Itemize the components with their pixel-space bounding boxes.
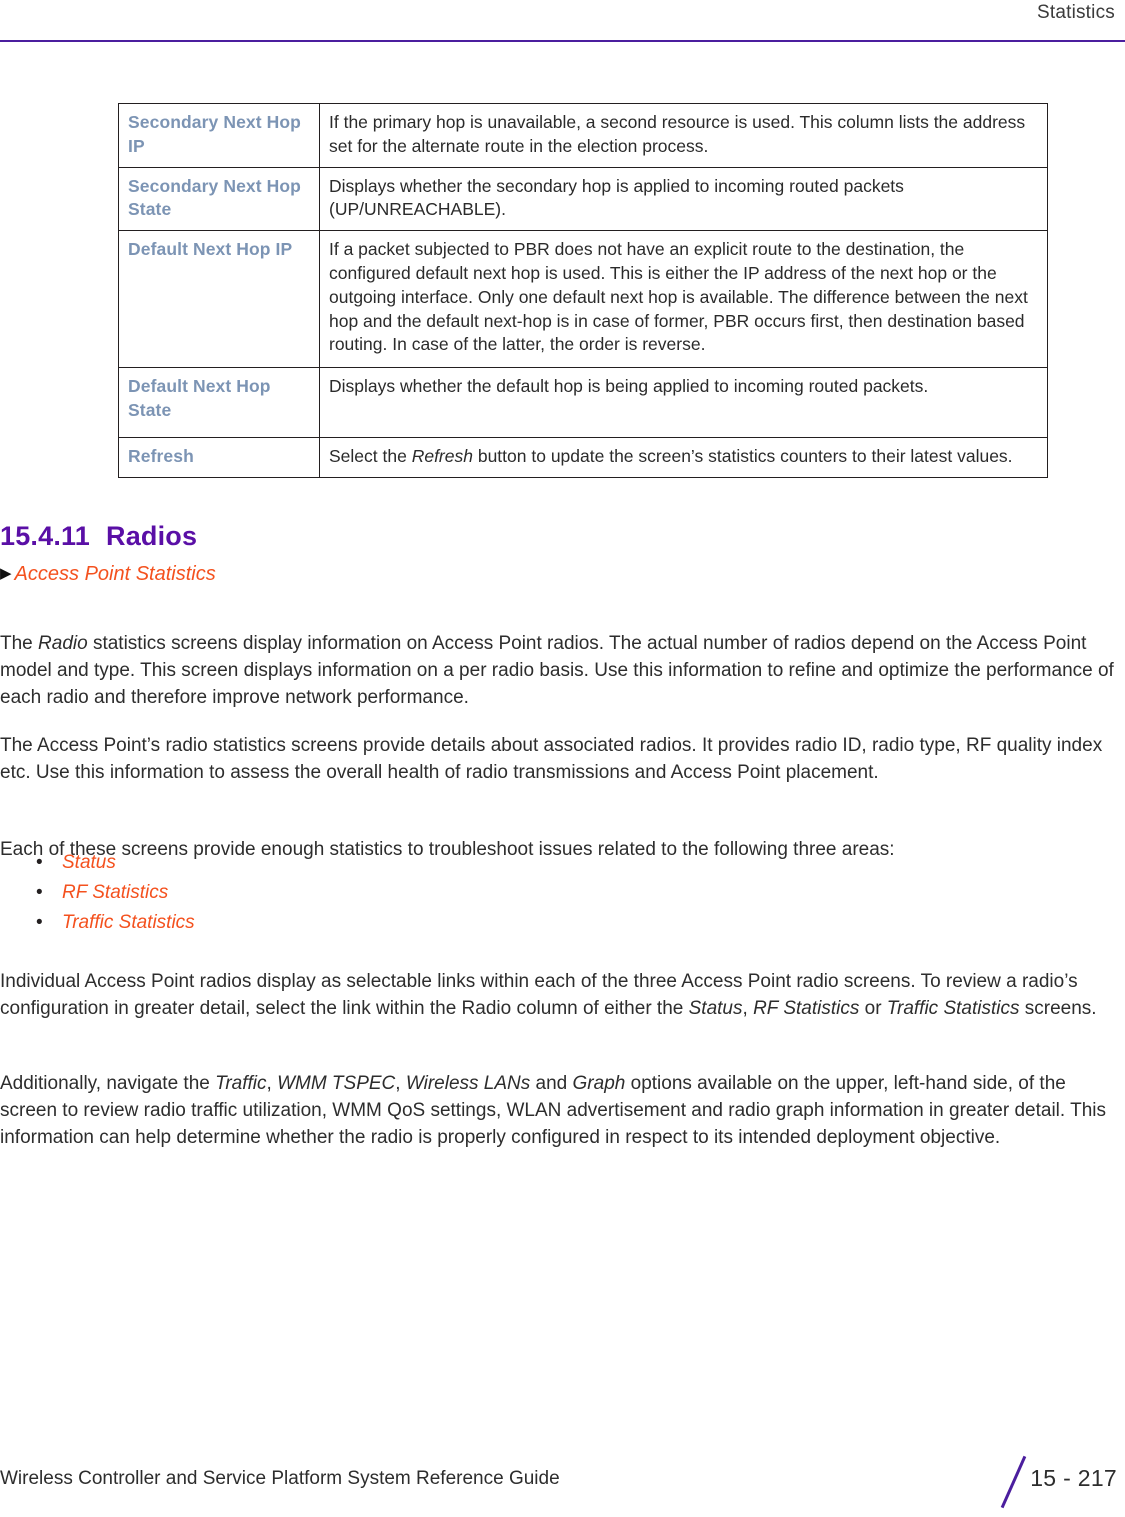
param-label: Default Next Hop State — [118, 367, 320, 439]
para-text: , — [395, 1073, 406, 1094]
para-emphasis: Traffic — [215, 1073, 267, 1094]
header-rule — [0, 40, 1125, 42]
para-text: The — [0, 633, 39, 654]
bullet-icon: • — [36, 882, 43, 904]
parameter-table: Secondary Next Hop IP If the primary hop… — [118, 103, 1048, 478]
paragraph-navigate-options: Additionally, navigate the Traffic, WMM … — [0, 1071, 1118, 1152]
param-label: Refresh — [118, 437, 320, 478]
param-description: Displays whether the default hop is bein… — [319, 367, 1048, 439]
desc-text-pre: Select the — [329, 446, 412, 467]
table-row: Refresh Select the Refresh button to upd… — [118, 437, 1048, 478]
table-row: Default Next Hop IP If a packet subjecte… — [118, 230, 1048, 369]
triangle-right-icon: ▶ — [0, 565, 12, 582]
desc-text-post: button to update the screen’s statistics… — [472, 446, 1013, 467]
param-label: Secondary Next Hop IP — [118, 103, 320, 168]
list-item[interactable]: • RF Statistics — [0, 878, 600, 908]
para-text: or — [859, 997, 887, 1019]
desc-emphasis: Refresh — [411, 446, 473, 467]
para-text: , — [266, 1073, 278, 1094]
para-text: , — [742, 997, 754, 1019]
para-emphasis: Graph — [572, 1073, 626, 1094]
crossref-bullet-list: • Status • RF Statistics • Traffic Statisti… — [0, 848, 600, 938]
para-text: screens. — [1019, 997, 1097, 1019]
param-description: If the primary hop is unavailable, a sec… — [319, 103, 1048, 168]
slash-decoration-icon — [1000, 1455, 1027, 1509]
param-description: Select the Refresh button to update the … — [319, 437, 1048, 478]
section-heading: 15.4.11 Radios — [0, 521, 197, 552]
page-footer: Wireless Controller and Service Platform… — [0, 1455, 1125, 1517]
paragraph-radio-intro: The Radio statistics screens display inf… — [0, 631, 1118, 712]
para-emphasis: RF Statistics — [753, 997, 860, 1019]
bullet-icon: • — [36, 912, 43, 934]
para-text: and — [530, 1073, 573, 1094]
bullet-label: RF Statistics — [62, 882, 169, 904]
para-emphasis: Traffic Statistics — [886, 997, 1020, 1019]
table-row: Secondary Next Hop State Displays whethe… — [118, 166, 1048, 232]
list-item[interactable]: • Traffic Statistics — [0, 908, 600, 938]
table-row: Default Next Hop State Displays whether … — [118, 367, 1048, 439]
footer-guide-title: Wireless Controller and Service Platform… — [0, 1468, 560, 1489]
para-emphasis: Wireless LANs — [405, 1073, 531, 1094]
param-label: Default Next Hop IP — [118, 230, 320, 369]
param-description: Displays whether the secondary hop is ap… — [319, 166, 1048, 232]
page-header: Statistics — [0, 0, 1125, 46]
para-text: Additionally, navigate the — [0, 1073, 216, 1094]
para-text: statistics screens display information o… — [0, 633, 1114, 708]
bullet-label: Traffic Statistics — [62, 912, 195, 934]
bullet-label: Status — [62, 852, 116, 873]
crossref-label: Access Point Statistics — [14, 563, 216, 585]
footer-page-number: 15 - 217 — [1030, 1465, 1117, 1491]
para-emphasis: Radio — [38, 633, 88, 654]
crossref-link-access-point-statistics[interactable]: ▶ Access Point Statistics — [0, 563, 216, 586]
param-label: Secondary Next Hop State — [118, 166, 320, 232]
param-description: If a packet subjected to PBR does not ha… — [319, 230, 1048, 369]
list-item[interactable]: • Status — [0, 848, 600, 878]
para-emphasis: Status — [688, 997, 743, 1019]
running-header-title: Statistics — [1036, 2, 1115, 23]
para-emphasis: WMM TSPEC — [277, 1073, 396, 1094]
paragraph-radio-details: The Access Point’s radio statistics scre… — [0, 735, 1103, 783]
table-row: Secondary Next Hop IP If the primary hop… — [118, 103, 1048, 168]
section-number: 15.4.11 — [0, 521, 90, 551]
bullet-icon: • — [36, 852, 43, 873]
paragraph-selectable-links: Individual Access Point radios display a… — [0, 969, 1118, 1023]
section-title: Radios — [106, 521, 198, 551]
